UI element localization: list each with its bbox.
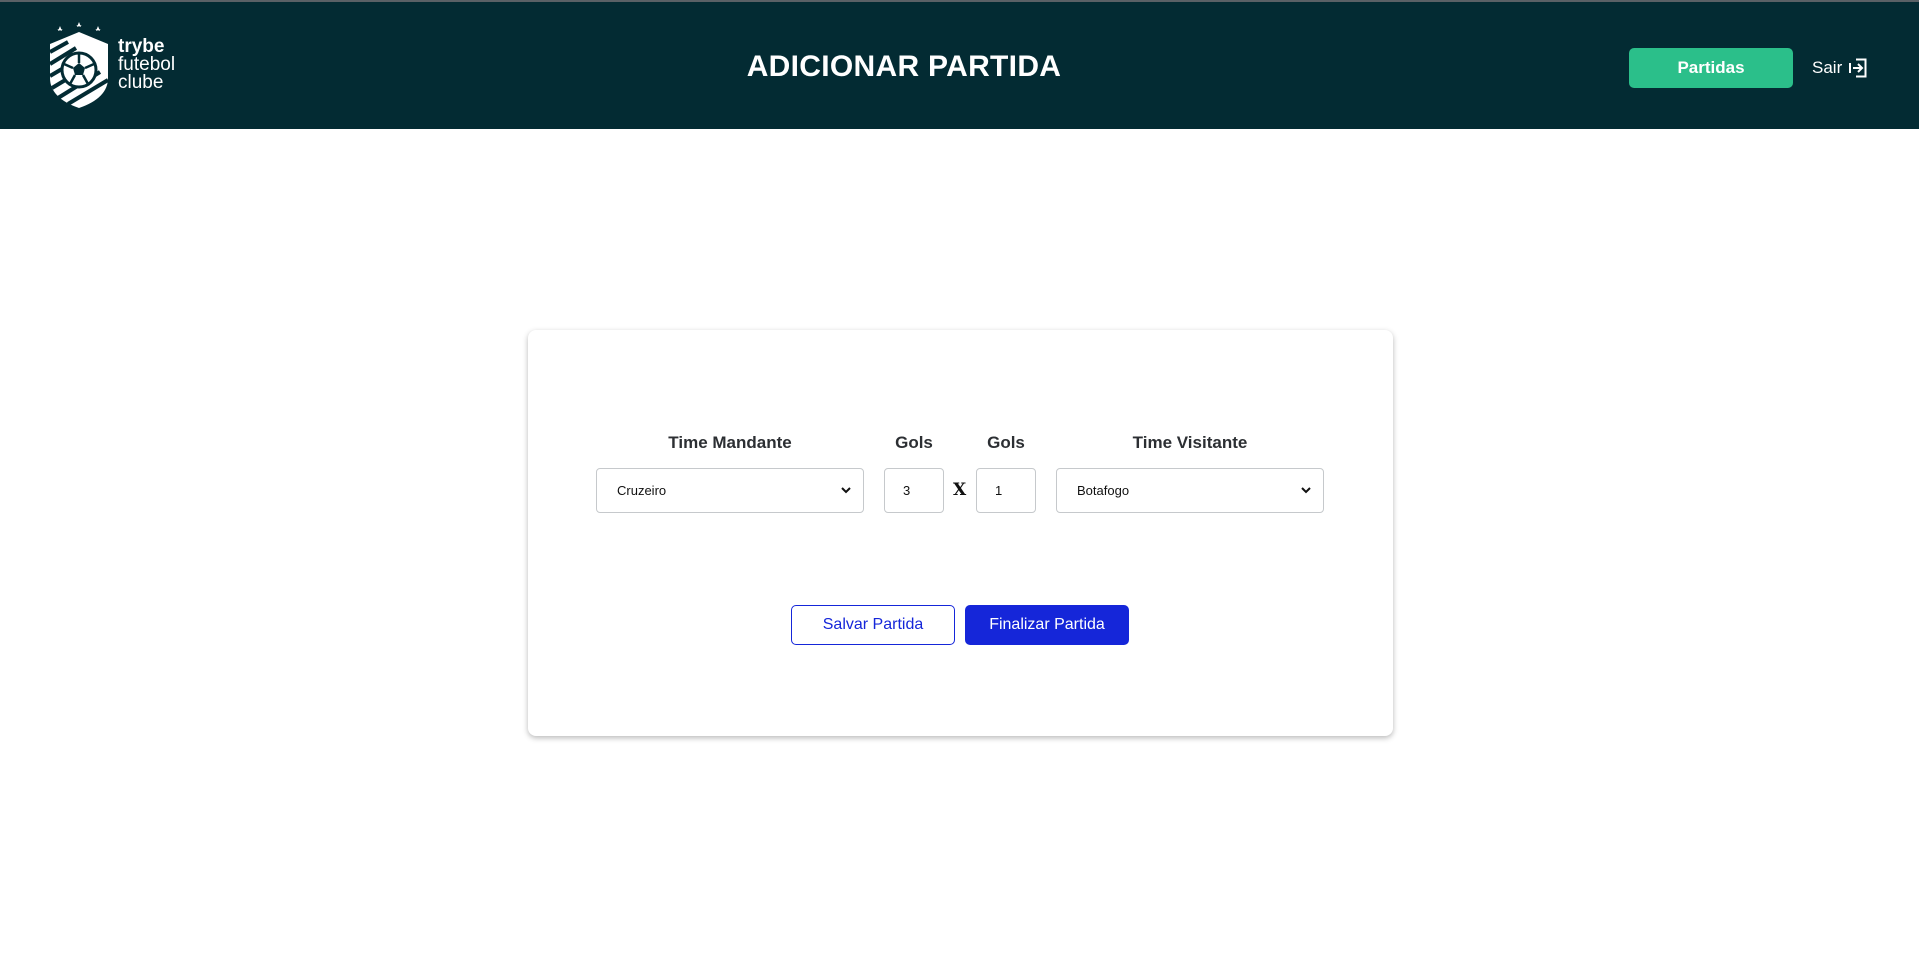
away-team-value: Botafogo — [1077, 483, 1130, 498]
logout-arrow-icon — [1849, 58, 1867, 78]
app-header: trybe futebol clube ADICIONAR PARTIDA Pa… — [0, 0, 1919, 129]
away-team-label-wrap: Time Visitante — [1056, 432, 1324, 454]
logout-link[interactable]: Sair — [1812, 56, 1868, 80]
home-team-label-wrap: Time Mandante — [596, 432, 864, 454]
finish-match-button[interactable]: Finalizar Partida — [965, 605, 1129, 645]
chevron-down-icon — [1301, 487, 1311, 494]
away-goals-label-wrap: Gols — [976, 432, 1036, 454]
home-team-value: Cruzeiro — [617, 483, 667, 498]
home-goals-input[interactable]: 3 — [884, 468, 944, 513]
save-match-button[interactable]: Salvar Partida — [791, 605, 955, 645]
logout-label: Sair — [1812, 58, 1843, 77]
away-goals-input[interactable]: 1 — [976, 468, 1036, 513]
home-goals-label-wrap: Gols — [884, 432, 944, 454]
away-goals-label: Gols — [987, 433, 1025, 452]
away-team-label: Time Visitante — [1132, 433, 1248, 452]
partidas-button[interactable]: Partidas — [1629, 48, 1793, 88]
match-form-card: Time Mandante Cruzeiro Gols 3 X Gols 1 T… — [528, 330, 1393, 736]
home-goals-label: Gols — [895, 433, 933, 452]
page-title: ADICIONAR PARTIDA — [746, 50, 1062, 83]
home-team-select[interactable]: Cruzeiro — [596, 468, 864, 513]
home-team-label: Time Mandante — [668, 433, 792, 452]
chevron-down-icon — [841, 487, 851, 494]
away-team-select[interactable]: Botafogo — [1056, 468, 1324, 513]
versus-label: X — [953, 480, 967, 500]
